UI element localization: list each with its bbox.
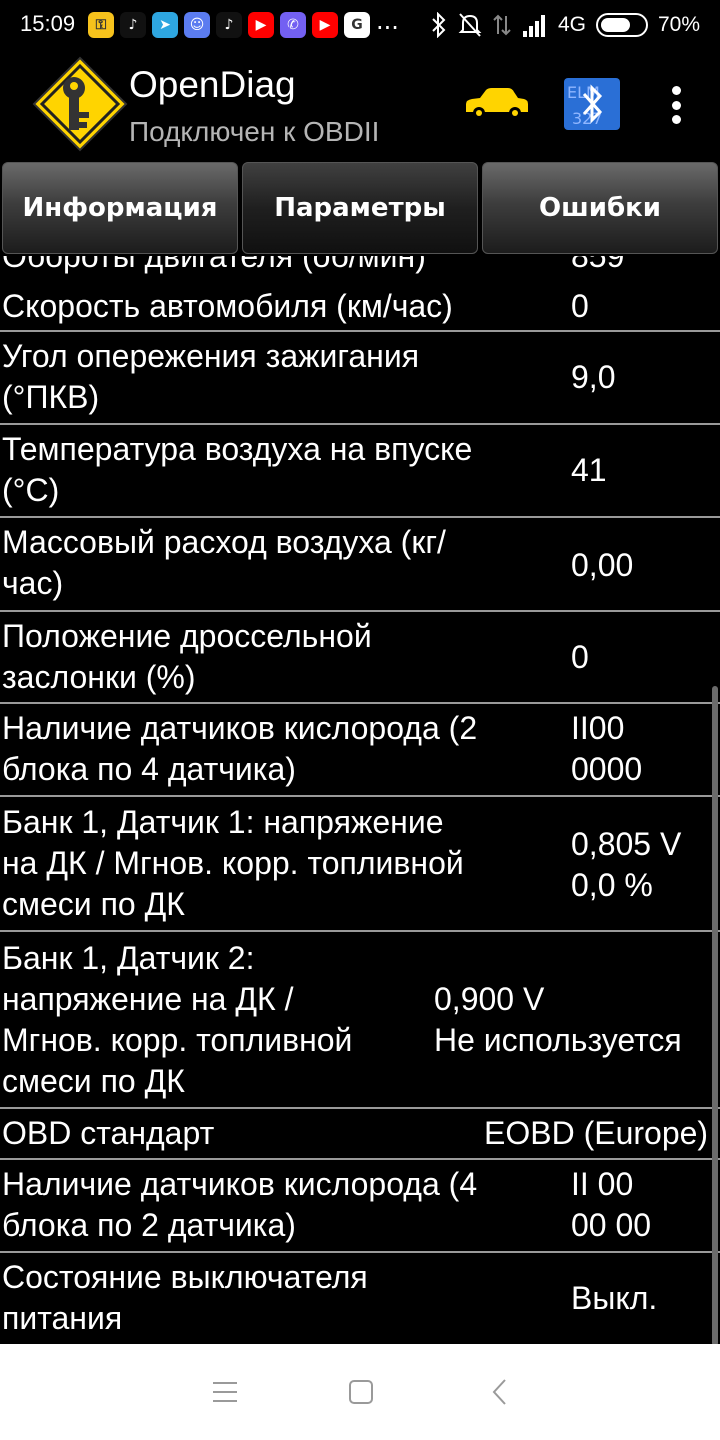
- param-value: 0,900 V Не используется: [434, 981, 682, 1058]
- contacts-icon: ☺: [184, 12, 210, 38]
- param-value: 0,805 V 0,0 %: [571, 826, 682, 903]
- param-value: II 00 00 00: [571, 1166, 652, 1243]
- param-value: II00 0000: [571, 710, 643, 787]
- notification-icons: ⚿ ♪ ➤ ☺ ♪ ▶ ✆ ▶ G...: [88, 7, 399, 38]
- action-bar: OpenDiag Подключен к OBDII ELM 327: [0, 52, 720, 160]
- param-label: Массовый расход воздуха (кг/ час): [2, 524, 446, 601]
- param-value: 859: [571, 256, 625, 274]
- scrollbar[interactable]: [712, 686, 718, 1346]
- param-row: Угол опережения зажигания (°ПКВ) 9,0: [0, 332, 720, 425]
- navigation-bar: [0, 1344, 720, 1440]
- youtube-icon: ▶: [248, 12, 274, 38]
- param-row: Наличие датчиков кислорода (4 блока по 2…: [0, 1160, 720, 1253]
- yandex-key-icon: ⚿: [88, 12, 114, 38]
- param-value: 0,00: [571, 547, 634, 583]
- back-nav-icon[interactable]: [476, 1368, 524, 1416]
- param-row: Банк 1, Датчик 2: напряжение на ДК / Мгн…: [0, 932, 720, 1109]
- network-type: 4G: [557, 13, 586, 36]
- status-right: 4G 70%: [430, 8, 700, 42]
- param-label: Обороты двигателя (об/мин): [2, 256, 426, 274]
- param-value: 0: [571, 288, 589, 324]
- youtube-icon-2: ▶: [312, 12, 338, 38]
- tab-bar: Информация Параметры Ошибки: [0, 160, 720, 256]
- more-notifications-icon: ...: [376, 7, 399, 35]
- status-bar: 15:09 ⚿ ♪ ➤ ☺ ♪ ▶ ✆ ▶ G... 4G 70%: [0, 0, 720, 52]
- param-row: OBD стандарт EOBD (Europe): [0, 1109, 720, 1160]
- connection-status: Подключен к OBDII: [129, 116, 380, 147]
- param-value: EOBD (Europe): [484, 1115, 709, 1151]
- tab-info[interactable]: Информация: [2, 162, 238, 254]
- param-value: 9,0: [571, 359, 616, 395]
- param-row: Наличие датчиков кислорода (2 блока по 4…: [0, 704, 720, 797]
- data-transfer-icon: [493, 14, 511, 36]
- param-label: OBD стандарт: [2, 1115, 215, 1151]
- param-label: Банк 1, Датчик 2: напряжение на ДК / Мгн…: [2, 940, 353, 1099]
- param-label: Наличие датчиков кислорода (4 блока по 2…: [2, 1166, 478, 1243]
- status-time: 15:09: [20, 11, 76, 36]
- param-value: 41: [571, 452, 607, 488]
- app-title: OpenDiag: [129, 64, 296, 105]
- menu-nav-icon[interactable]: [201, 1368, 249, 1416]
- bluetooth-status-icon: [432, 12, 446, 38]
- viber-icon: ✆: [280, 12, 306, 38]
- google-icon: G: [344, 12, 370, 38]
- param-row: Банк 1, Датчик 1: напряжение на ДК / Мгн…: [0, 797, 720, 932]
- param-label: Наличие датчиков кислорода (2 блока по 4…: [2, 710, 478, 787]
- mute-icon: [458, 13, 482, 37]
- param-row: Температура воздуха на впуске (°С) 41: [0, 425, 720, 518]
- home-nav-icon[interactable]: [337, 1368, 385, 1416]
- param-label: Состояние выключателя питания: [2, 1259, 368, 1336]
- battery-percent: 70%: [657, 13, 700, 36]
- param-value: Выкл.: [571, 1280, 658, 1316]
- tiktok-icon: ♪: [120, 12, 146, 38]
- param-label: Угол опережения зажигания (°ПКВ): [2, 338, 420, 415]
- signal-icon: [522, 15, 545, 37]
- telegram-icon: ➤: [152, 12, 178, 38]
- param-value: 0: [571, 639, 589, 675]
- bluetooth-elm-icon[interactable]: ELM 327: [564, 78, 620, 130]
- app-logo-icon: [32, 56, 128, 152]
- param-label: Температура воздуха на впуске (°С): [2, 431, 473, 508]
- battery-icon: [595, 13, 648, 37]
- param-row: Положение дроссельной заслонки (%) 0: [0, 612, 720, 704]
- params-list[interactable]: Обороты двигателя (об/мин) 859 Скорость …: [0, 256, 720, 1344]
- tab-params[interactable]: Параметры: [242, 162, 478, 254]
- tab-errors[interactable]: Ошибки: [482, 162, 718, 254]
- param-row: Массовый расход воздуха (кг/ час) 0,00: [0, 518, 720, 612]
- param-row: Состояние выключателя питания Выкл.: [0, 1253, 720, 1344]
- param-row: Скорость автомобиля (км/час) 0: [0, 284, 720, 332]
- param-label: Скорость автомобиля (км/час): [2, 288, 453, 324]
- car-icon[interactable]: [462, 86, 530, 122]
- tiktok-icon-2: ♪: [216, 12, 242, 38]
- param-label: Положение дроссельной заслонки (%): [2, 618, 372, 695]
- param-label: Банк 1, Датчик 1: напряжение на ДК / Мгн…: [2, 804, 464, 922]
- overflow-menu-icon[interactable]: [662, 82, 690, 128]
